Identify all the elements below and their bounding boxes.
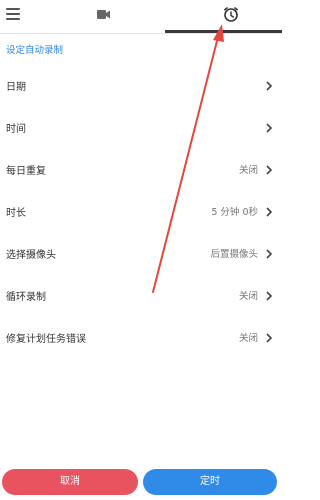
row-value: 5 分钟 0秒 — [211, 207, 258, 218]
chevron-right-icon — [266, 81, 273, 91]
cancel-button[interactable]: 取消 — [2, 469, 138, 495]
chevron-right-icon — [266, 249, 273, 259]
header-divider — [0, 33, 282, 34]
row-duration[interactable]: 时长 5 分钟 0秒 — [0, 192, 282, 232]
set-timer-button[interactable]: 定时 — [143, 469, 277, 495]
chevron-right-icon — [266, 165, 273, 175]
row-label: 选择摄像头 — [6, 250, 56, 261]
chevron-right-icon — [266, 123, 273, 133]
row-time[interactable]: 时间 — [0, 108, 282, 148]
video-camera-icon — [97, 10, 110, 19]
row-label: 日期 — [6, 82, 26, 93]
row-label: 时间 — [6, 124, 26, 135]
row-value: 关闭 — [238, 291, 258, 302]
row-label: 时长 — [6, 208, 26, 219]
row-value: 关闭 — [238, 165, 258, 176]
chevron-right-icon — [266, 333, 273, 343]
row-label: 循环录制 — [6, 292, 46, 303]
row-date[interactable]: 日期 — [0, 66, 282, 106]
tab-video[interactable] — [88, 0, 118, 32]
row-label: 修复计划任务错误 — [6, 334, 86, 345]
section-title: 设定自动录制 — [6, 45, 64, 56]
row-value: 后置摄像头 — [210, 249, 258, 260]
chevron-right-icon — [266, 291, 273, 301]
row-label: 每日重复 — [6, 166, 46, 177]
row-fix-schedule-errors[interactable]: 修复计划任务错误 关闭 — [0, 318, 282, 358]
menu-icon[interactable] — [6, 8, 20, 20]
alarm-clock-icon — [224, 7, 238, 22]
row-daily-repeat[interactable]: 每日重复 关闭 — [0, 150, 282, 190]
row-loop-recording[interactable]: 循环录制 关闭 — [0, 276, 282, 316]
top-bar — [0, 0, 282, 33]
tab-alarm[interactable] — [216, 0, 246, 32]
row-select-camera[interactable]: 选择摄像头 后置摄像头 — [0, 234, 282, 274]
row-value: 关闭 — [238, 333, 258, 344]
chevron-right-icon — [266, 207, 273, 217]
